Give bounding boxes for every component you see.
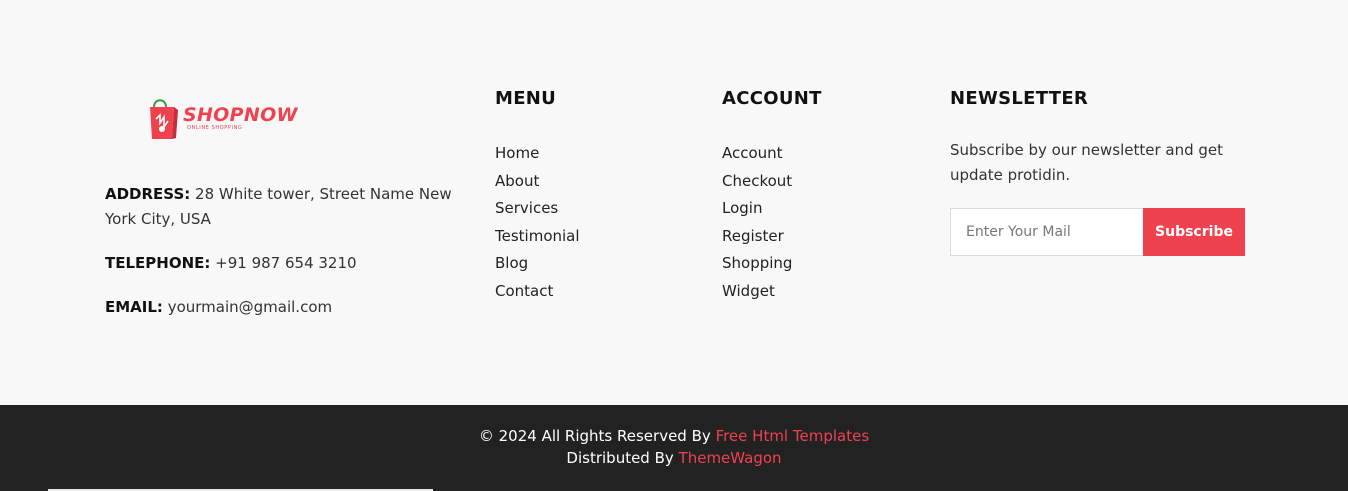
account-title: ACCOUNT (722, 88, 822, 109)
menu-link-about[interactable]: About (495, 172, 539, 190)
copyright-text: © 2024 All Rights Reserved By (478, 427, 711, 445)
logo-tagline: ONLINE SHOPPING (187, 124, 243, 131)
account-link-register[interactable]: Register (722, 227, 784, 245)
menu-column: MENU Home About Services Testimonial Blo… (495, 88, 695, 306)
email-value: yourmain@gmail.com (167, 298, 333, 316)
menu-item-testimonial: Testimonial (495, 223, 695, 251)
menu-link-services[interactable]: Services (495, 199, 558, 217)
account-column: ACCOUNT Account Checkout Login Register … (722, 88, 922, 306)
logo-text: SHOPNOW ONLINE SHOPPING (183, 105, 298, 132)
themewagon-link[interactable]: ThemeWagon (679, 449, 782, 467)
phone-value: +91 987 654 3210 (215, 254, 357, 272)
email-info: EMAIL: yourmain@gmail.com (105, 295, 465, 320)
logo-name: SHOPNOW (183, 103, 298, 126)
address-info: ADDRESS: 28 White tower, Street Name New… (105, 182, 465, 232)
menu-link-blog[interactable]: Blog (495, 254, 528, 272)
account-link-login[interactable]: Login (722, 199, 762, 217)
phone-label: TELEPHONE: (105, 254, 211, 272)
newsletter-email-input[interactable] (950, 208, 1143, 256)
email-label: EMAIL: (105, 298, 163, 316)
newsletter-column: NEWSLETTER Subscribe by our newsletter a… (950, 88, 1250, 256)
menu-item-blog: Blog (495, 250, 695, 278)
account-item-shopping: Shopping (722, 250, 922, 278)
account-item-widget: Widget (722, 278, 922, 306)
copyright-bar: © 2024 All Rights Reserved By Free Html … (0, 405, 1348, 491)
account-item-register: Register (722, 223, 922, 251)
distributed-by-text: Distributed By (566, 449, 674, 467)
free-html-templates-link[interactable]: Free Html Templates (716, 427, 870, 445)
menu-item-services: Services (495, 195, 695, 223)
menu-item-about: About (495, 168, 695, 196)
subscribe-button[interactable]: Subscribe (1143, 208, 1245, 256)
logo[interactable]: SHOPNOW ONLINE SHOPPING (145, 90, 465, 146)
menu-link-testimonial[interactable]: Testimonial (495, 227, 580, 245)
newsletter-title: NEWSLETTER (950, 88, 1089, 109)
account-item-login: Login (722, 195, 922, 223)
copyright-line-1: © 2024 All Rights Reserved By Free Html … (0, 425, 1348, 447)
account-link-checkout[interactable]: Checkout (722, 172, 792, 190)
account-link-widget[interactable]: Widget (722, 282, 775, 300)
account-item-account: Account (722, 140, 922, 168)
account-link-account[interactable]: Account (722, 144, 783, 162)
newsletter-text: Subscribe by our newsletter and get upda… (950, 141, 1224, 184)
shopping-bag-icon (145, 95, 179, 141)
phone-info: TELEPHONE: +91 987 654 3210 (105, 251, 465, 276)
menu-link-contact[interactable]: Contact (495, 282, 553, 300)
brand-column: SHOPNOW ONLINE SHOPPING ADDRESS: 28 Whit… (105, 90, 465, 320)
footer-top: SHOPNOW ONLINE SHOPPING ADDRESS: 28 Whit… (0, 0, 1348, 405)
account-links: Account Checkout Login Register Shopping… (722, 140, 922, 306)
newsletter-form: Subscribe (950, 208, 1245, 256)
menu-title: MENU (495, 88, 557, 109)
account-item-checkout: Checkout (722, 168, 922, 196)
menu-item-contact: Contact (495, 278, 695, 306)
address-label: ADDRESS: (105, 185, 191, 203)
menu-links: Home About Services Testimonial Blog Con… (495, 140, 695, 306)
menu-link-home[interactable]: Home (495, 144, 539, 162)
copyright-line-2: Distributed By ThemeWagon (0, 447, 1348, 469)
menu-item-home: Home (495, 140, 695, 168)
account-link-shopping[interactable]: Shopping (722, 254, 792, 272)
